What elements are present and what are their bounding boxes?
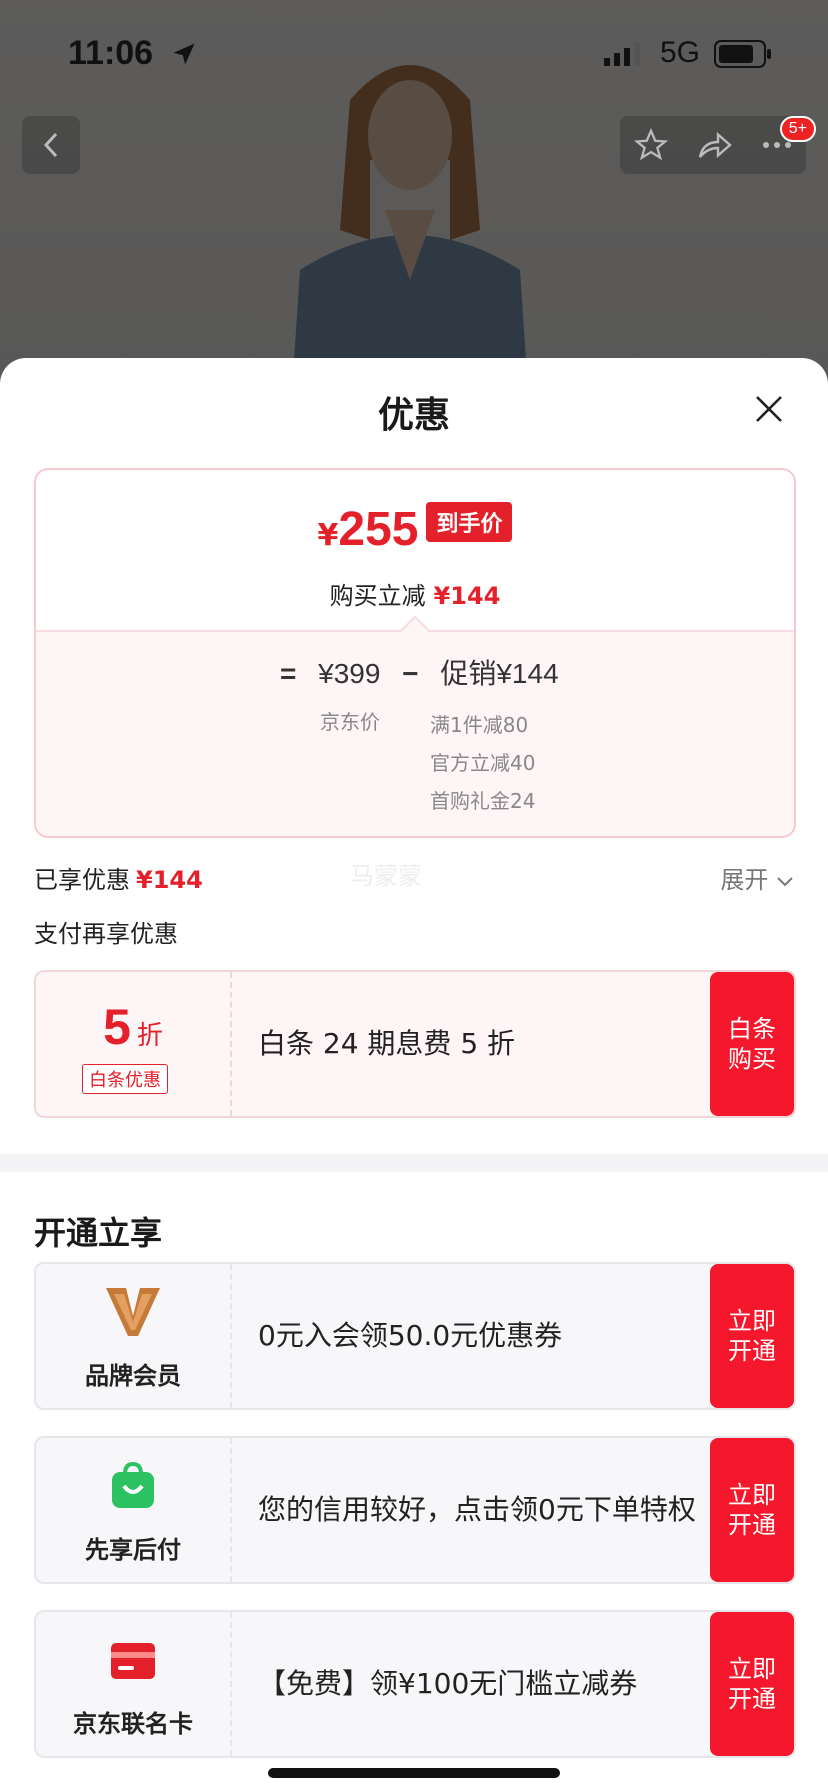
- final-price-tag: 到手价: [426, 502, 513, 542]
- baitiao-buy-button[interactable]: 白条购买: [710, 972, 794, 1116]
- discount-number: 5: [103, 999, 131, 1055]
- baitiao-discount: 5折 白条优惠: [36, 972, 232, 1116]
- enjoyed-discount: 已享优惠 ¥144: [34, 860, 203, 895]
- buy-reduce-label: 购买立减: [329, 582, 426, 610]
- open-now-button[interactable]: 立即开通: [710, 1438, 794, 1582]
- home-indicator[interactable]: [268, 1768, 560, 1778]
- expand-label: 展开: [720, 866, 769, 894]
- signal-icon: [604, 42, 640, 66]
- header-actions: [620, 116, 806, 174]
- battery-icon: [714, 40, 771, 68]
- star-icon[interactable]: [634, 128, 669, 162]
- section-divider: [0, 1154, 828, 1172]
- baitiao-desc: 白条 24 期息费 5 折: [258, 1027, 516, 1060]
- chevron-down-icon: [777, 877, 793, 887]
- location-arrow-icon: [173, 43, 195, 65]
- price-breakdown-card: ¥255 到手价 购买立减 ¥144 = ¥399 − 促销¥144 京东价 满1件…: [34, 468, 796, 838]
- price-calculation: = ¥399 − 促销¥144 京东价 满1件减80 官方立减40 首购礼金24: [36, 615, 794, 836]
- final-price: ¥255 到手价: [36, 502, 794, 557]
- discount-value: 5折: [36, 998, 230, 1056]
- buy-reduce-value: ¥144: [433, 582, 501, 610]
- sheet-title: 优惠: [377, 395, 450, 436]
- price-formula: = ¥399 − 促销¥144: [280, 652, 573, 692]
- membership-left: 先享后付: [36, 1438, 232, 1582]
- promo-item: 首购礼金24: [430, 789, 536, 813]
- credit-card-icon: [36, 1642, 230, 1680]
- jd-price-value: ¥399: [318, 658, 381, 689]
- membership-offer-card[interactable]: 京东联名卡 【免费】领¥100无门槛立减券 立即开通: [34, 1610, 796, 1758]
- membership-offer-brand[interactable]: 品牌会员 0元入会领50.0元优惠券 立即开通: [34, 1262, 796, 1410]
- baitiao-tag: 白条优惠: [82, 1064, 168, 1094]
- membership-offer-paylater[interactable]: 先享后付 您的信用较好，点击领0元下单特权 立即开通: [34, 1436, 796, 1584]
- open-now-button[interactable]: 立即开通: [710, 1264, 794, 1408]
- jd-price-label: 京东价: [320, 710, 380, 734]
- share-icon[interactable]: [697, 130, 733, 160]
- equals-sign: =: [280, 658, 297, 689]
- promo-total: 促销¥144: [440, 658, 559, 689]
- section-title: 开通立享: [34, 1214, 163, 1252]
- membership-desc: 【免费】领¥100无门槛立减券: [258, 1667, 638, 1700]
- back-button[interactable]: [22, 116, 80, 174]
- baitiao-offer[interactable]: 5折 白条优惠 白条 24 期息费 5 折 白条购买: [34, 970, 796, 1118]
- discount-sheet: 优惠 ¥255 到手价 购买立减 ¥144 = ¥399 − 促销¥144 京东价 …: [0, 358, 828, 1792]
- membership-label: 京东联名卡: [73, 1710, 193, 1738]
- minus-sign: −: [402, 658, 419, 689]
- discount-unit: 折: [136, 1021, 163, 1051]
- membership-label: 品牌会员: [85, 1362, 181, 1390]
- membership-left: 京东联名卡: [36, 1612, 232, 1756]
- membership-left: 品牌会员: [36, 1264, 232, 1408]
- brand-v-icon: [36, 1286, 230, 1338]
- membership-desc: 0元入会领50.0元优惠券: [258, 1319, 563, 1352]
- watermark: 马蒙蒙: [350, 862, 422, 890]
- shopping-bag-icon: [36, 1460, 230, 1510]
- more-icon[interactable]: [762, 141, 792, 149]
- membership-desc: 您的信用较好，点击领0元下单特权: [258, 1493, 696, 1526]
- open-now-button[interactable]: 立即开通: [710, 1612, 794, 1756]
- enjoyed-value: ¥144: [136, 866, 203, 894]
- promo-item: 满1件减80: [430, 713, 529, 737]
- final-price-value: 255: [338, 503, 419, 556]
- currency-symbol: ¥: [317, 518, 339, 553]
- pay-more-label: 支付再享优惠: [34, 920, 178, 948]
- buy-reduce: 购买立减 ¥144: [36, 576, 794, 611]
- final-price-section: ¥255 到手价 购买立减 ¥144: [36, 470, 794, 630]
- chevron-left-icon: [43, 132, 58, 158]
- network-type: 5G: [660, 36, 701, 69]
- expand-button[interactable]: 展开: [720, 860, 794, 895]
- close-icon[interactable]: [754, 394, 784, 424]
- status-bar: 11:06 5G: [0, 0, 828, 110]
- status-time: 11:06: [68, 34, 154, 72]
- membership-label: 先享后付: [85, 1536, 181, 1564]
- enjoyed-label: 已享优惠: [34, 866, 130, 894]
- promo-list: 满1件减80 官方立减40 首购礼金24: [430, 706, 535, 820]
- message-badge: 5+: [779, 116, 816, 142]
- promo-item: 官方立减40: [430, 751, 536, 775]
